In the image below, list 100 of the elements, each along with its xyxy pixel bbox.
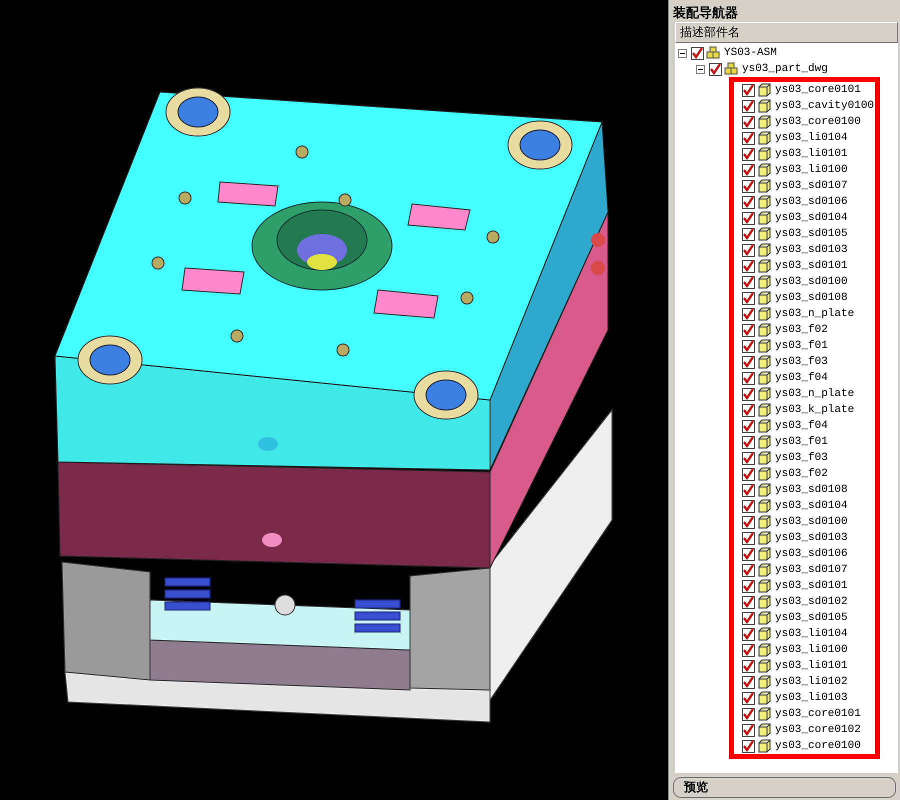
tree-item-label[interactable]: ys03_n_plate bbox=[775, 388, 854, 400]
cube-icon bbox=[757, 707, 771, 721]
checkbox[interactable] bbox=[742, 180, 755, 192]
tree-item-label[interactable]: ys03_li0101 bbox=[775, 148, 848, 160]
tree-item-label[interactable]: ys03_sd0105 bbox=[775, 612, 848, 624]
tree-item-label[interactable]: ys03_sd0108 bbox=[775, 484, 848, 496]
checkbox[interactable] bbox=[742, 388, 755, 400]
checkbox[interactable] bbox=[742, 244, 755, 256]
tree-item-label[interactable]: ys03_sd0100 bbox=[775, 276, 848, 288]
checkbox[interactable] bbox=[742, 676, 755, 688]
tree-item-label[interactable]: ys03_sd0103 bbox=[775, 244, 848, 256]
tree-item-label[interactable]: ys03_f02 bbox=[775, 324, 828, 336]
checkbox[interactable] bbox=[742, 132, 755, 144]
tree-item-label[interactable]: ys03_sd0101 bbox=[775, 580, 848, 592]
tree-item-label[interactable]: YS03-ASM bbox=[724, 47, 777, 59]
tree-item-label[interactable]: ys03_sd0101 bbox=[775, 260, 848, 272]
checkbox[interactable] bbox=[742, 148, 755, 160]
checkbox[interactable] bbox=[742, 116, 755, 128]
tree-item-label[interactable]: ys03_core0102 bbox=[775, 724, 861, 736]
tree-item-label[interactable]: ys03_sd0107 bbox=[775, 564, 848, 576]
cube-icon bbox=[757, 515, 771, 529]
cube-icon bbox=[757, 723, 771, 737]
checkbox[interactable] bbox=[742, 276, 755, 288]
tree-item-label[interactable]: ys03_sd0100 bbox=[775, 516, 848, 528]
checkbox[interactable] bbox=[742, 84, 755, 96]
tree-item-label[interactable]: ys03_li0100 bbox=[775, 164, 848, 176]
tree-item-label[interactable]: ys03_sd0106 bbox=[775, 196, 848, 208]
checkbox[interactable] bbox=[742, 404, 755, 416]
tree-item-label[interactable]: ys03_core0101 bbox=[775, 84, 861, 96]
tree-item-label[interactable]: ys03_li0101 bbox=[775, 660, 848, 672]
tree-item-label[interactable]: ys03_f02 bbox=[775, 468, 828, 480]
tree-item-label[interactable]: ys03_sd0104 bbox=[775, 212, 848, 224]
checkbox[interactable] bbox=[742, 740, 755, 752]
tree-item-label[interactable]: ys03_sd0107 bbox=[775, 180, 848, 192]
tree-item-label[interactable]: ys03_core0100 bbox=[775, 116, 861, 128]
tree-item-label[interactable]: ys03_sd0104 bbox=[775, 500, 848, 512]
tree-item-label[interactable]: ys03_li0104 bbox=[775, 132, 848, 144]
checkbox[interactable] bbox=[742, 484, 755, 496]
tree-item-label[interactable]: ys03_f04 bbox=[775, 420, 828, 432]
cube-icon bbox=[757, 275, 771, 289]
checkbox[interactable] bbox=[742, 692, 755, 704]
cube-icon bbox=[757, 627, 771, 641]
checkbox[interactable] bbox=[742, 724, 755, 736]
tree-item-label[interactable]: ys03_f01 bbox=[775, 436, 828, 448]
tree-item-label[interactable]: ys03_f03 bbox=[775, 452, 828, 464]
checkbox[interactable] bbox=[742, 212, 755, 224]
tree-item-label[interactable]: ys03_li0102 bbox=[775, 676, 848, 688]
tree-item-label[interactable]: ys03_sd0103 bbox=[775, 532, 848, 544]
cube-icon bbox=[757, 531, 771, 545]
checkbox[interactable] bbox=[742, 452, 755, 464]
collapse-toggle-icon[interactable] bbox=[678, 48, 687, 58]
checkbox[interactable] bbox=[742, 564, 755, 576]
column-header[interactable]: 描述部件名 bbox=[675, 22, 898, 43]
checkbox[interactable] bbox=[742, 228, 755, 240]
checkbox[interactable] bbox=[742, 196, 755, 208]
tree-item-label[interactable]: ys03_sd0105 bbox=[775, 228, 848, 240]
tree-item-label[interactable]: ys03_sd0106 bbox=[775, 548, 848, 560]
tree-item-label[interactable]: ys03_li0103 bbox=[775, 692, 848, 704]
tree-item-label[interactable]: ys03_li0104 bbox=[775, 628, 848, 640]
tree-item-label[interactable]: ys03_n_plate bbox=[775, 308, 854, 320]
checkbox[interactable] bbox=[742, 644, 755, 656]
checkbox[interactable] bbox=[691, 46, 704, 60]
tree-item-label[interactable]: ys03_part_dwg bbox=[742, 63, 828, 75]
checkbox[interactable] bbox=[742, 308, 755, 320]
tree-item-label[interactable]: ys03_core0101 bbox=[775, 708, 861, 720]
checkbox[interactable] bbox=[742, 468, 755, 480]
checkbox[interactable] bbox=[742, 596, 755, 608]
collapse-toggle-icon[interactable] bbox=[696, 64, 705, 74]
tree-item-label[interactable]: ys03_f01 bbox=[775, 340, 828, 352]
checkbox[interactable] bbox=[742, 292, 755, 304]
tree-item-label[interactable]: ys03_k_plate bbox=[775, 404, 854, 416]
checkbox[interactable] bbox=[742, 708, 755, 720]
cube-icon bbox=[757, 547, 771, 561]
tree-item-label[interactable]: ys03_core0100 bbox=[775, 740, 861, 752]
tree-item-label[interactable]: ys03_sd0108 bbox=[775, 292, 848, 304]
checkbox[interactable] bbox=[742, 516, 755, 528]
checkbox[interactable] bbox=[742, 260, 755, 272]
checkbox[interactable] bbox=[742, 420, 755, 432]
cube-icon bbox=[757, 403, 771, 417]
tree-item-label[interactable]: ys03_cavity0100 bbox=[775, 100, 874, 112]
checkbox[interactable] bbox=[742, 628, 755, 640]
checkbox[interactable] bbox=[742, 372, 755, 384]
checkbox[interactable] bbox=[742, 324, 755, 336]
checkbox[interactable] bbox=[742, 500, 755, 512]
checkbox[interactable] bbox=[742, 356, 755, 368]
checkbox[interactable] bbox=[742, 532, 755, 544]
checkbox[interactable] bbox=[709, 62, 722, 76]
checkbox[interactable] bbox=[742, 100, 755, 112]
checkbox[interactable] bbox=[742, 660, 755, 672]
tree-item-label[interactable]: ys03_sd0102 bbox=[775, 596, 848, 608]
tree-item-label[interactable]: ys03_li0100 bbox=[775, 644, 848, 656]
tree-item-label[interactable]: ys03_f04 bbox=[775, 372, 828, 384]
checkbox[interactable] bbox=[742, 436, 755, 448]
checkbox[interactable] bbox=[742, 612, 755, 624]
tree-item-label[interactable]: ys03_f03 bbox=[775, 356, 828, 368]
checkbox[interactable] bbox=[742, 580, 755, 592]
checkbox[interactable] bbox=[742, 548, 755, 560]
preview-tab[interactable]: 预览 bbox=[673, 777, 896, 798]
checkbox[interactable] bbox=[742, 340, 755, 352]
checkbox[interactable] bbox=[742, 164, 755, 176]
